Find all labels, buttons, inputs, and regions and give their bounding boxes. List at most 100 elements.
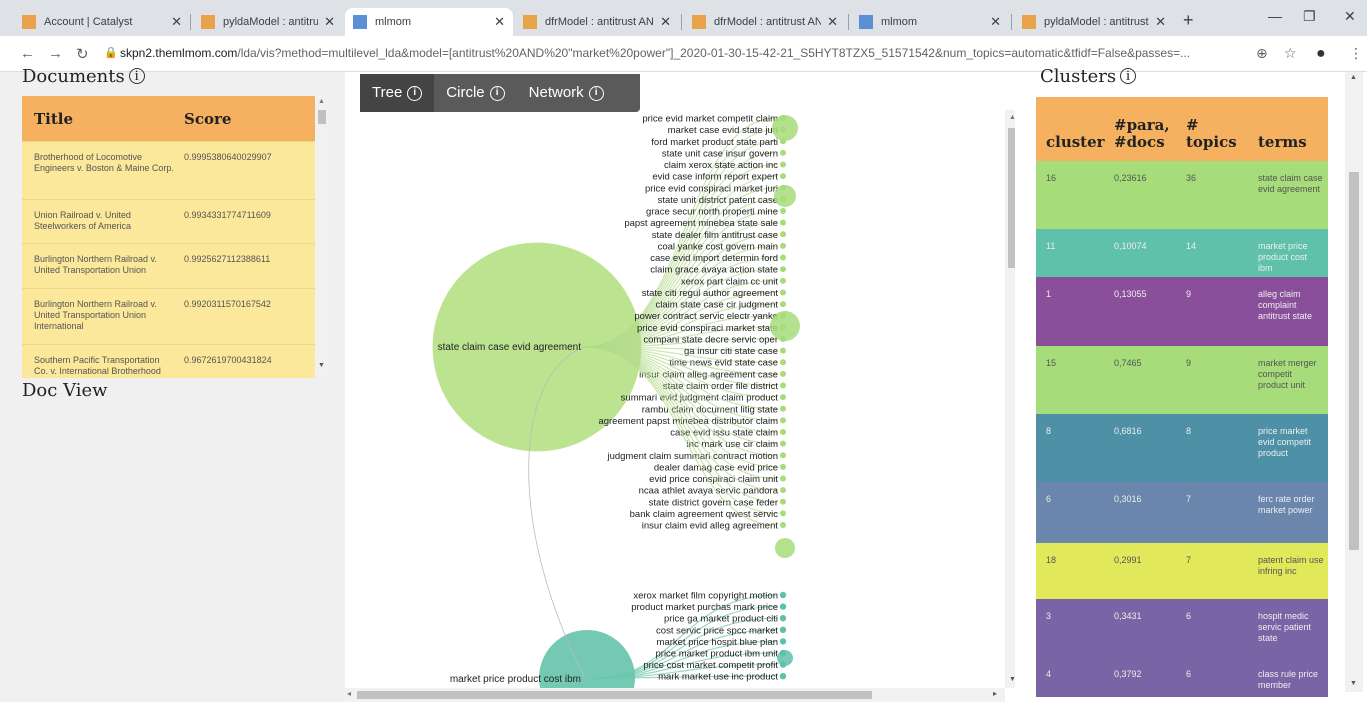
leaf-label[interactable]: market case evid state juri: [668, 125, 778, 136]
leaf-label[interactable]: claim xerox state action inc: [664, 160, 778, 171]
info-icon[interactable]: i: [128, 68, 145, 84]
bookmark-star-icon[interactable]: ☆: [1284, 45, 1297, 62]
leaf-node[interactable]: [780, 498, 786, 505]
leaf-node[interactable]: [780, 429, 786, 436]
leaf-node[interactable]: [779, 615, 787, 622]
leaf-label[interactable]: state dealer film antitrust case: [652, 230, 778, 241]
column-header-topics[interactable]: # topics: [1178, 117, 1250, 151]
close-tab-icon[interactable]: ✕: [660, 14, 671, 30]
table-row[interactable]: 3 0,3431 6 hospit medic servic patient stat…: [1036, 599, 1328, 657]
leaf-node[interactable]: [780, 242, 786, 249]
leaf-label[interactable]: evid case inform report expert: [652, 172, 778, 183]
leaf-node[interactable]: [780, 522, 786, 529]
table-row[interactable]: Burlington Northern Railroad v. United T…: [22, 243, 315, 288]
back-arrow-icon[interactable]: ←: [20, 45, 35, 62]
leaf-node[interactable]: [780, 301, 786, 308]
leaf-label[interactable]: product market purchas mark price: [631, 602, 778, 613]
documents-scrollbar[interactable]: ▲ ▼: [315, 96, 329, 378]
leaf-label[interactable]: state citi regul author agreement: [642, 288, 779, 299]
leaf-node[interactable]: [780, 208, 786, 215]
column-header-score[interactable]: Score: [184, 110, 315, 128]
browser-tab-active[interactable]: mlmom ✕: [345, 8, 513, 36]
tab-network[interactable]: Network i: [517, 74, 616, 112]
scroll-up-arrow-icon[interactable]: ▲: [1350, 74, 1357, 81]
leaf-node[interactable]: [779, 626, 787, 633]
table-row[interactable]: Southern Pacific Transportation Co. v. I…: [22, 344, 315, 378]
leaf-label[interactable]: cost servic price spcc market: [656, 625, 778, 636]
leaf-label[interactable]: case evid import determin ford: [650, 253, 778, 264]
close-tab-icon[interactable]: ✕: [827, 14, 838, 30]
leaf-label[interactable]: evid price conspiraci claim unit: [649, 474, 778, 485]
forward-arrow-icon[interactable]: →: [48, 45, 63, 62]
table-row[interactable]: Burlington Northern Railroad v. United T…: [22, 288, 315, 344]
leaf-node[interactable]: [780, 452, 786, 459]
url-field[interactable]: skpn2.themlmom.com/lda/vis?method=multil…: [120, 46, 1220, 60]
leaf-node[interactable]: [780, 382, 786, 389]
reload-icon[interactable]: ↻: [76, 45, 89, 63]
leaf-label[interactable]: price evid market competit claim: [642, 114, 778, 125]
leaf-cluster-circle[interactable]: [774, 185, 796, 207]
scroll-left-arrow-icon[interactable]: ◂: [347, 689, 351, 698]
browser-tab[interactable]: Account | Catalyst ✕: [14, 8, 190, 36]
leaf-cluster-circle[interactable]: [777, 650, 793, 666]
column-header-terms[interactable]: terms: [1250, 134, 1328, 151]
leaf-node[interactable]: [779, 673, 787, 680]
leaf-node[interactable]: [779, 603, 787, 610]
leaf-node[interactable]: [780, 370, 786, 377]
leaf-node[interactable]: [780, 440, 786, 447]
leaf-node[interactable]: [780, 417, 786, 424]
page-scrollbar[interactable]: ▲ ▼: [1345, 72, 1363, 692]
info-icon[interactable]: i: [407, 86, 423, 101]
leaf-label[interactable]: price ga market product citi: [664, 614, 778, 625]
close-tab-icon[interactable]: ✕: [494, 14, 505, 30]
window-close-icon[interactable]: ✕: [1344, 8, 1356, 25]
scroll-down-arrow-icon[interactable]: ▼: [1350, 680, 1357, 687]
leaf-label[interactable]: summari evid judgment claim product: [621, 393, 779, 404]
leaf-label[interactable]: ga insur citi state case: [684, 346, 778, 357]
table-row[interactable]: 11 0,10074 14 market price product cost ibm: [1036, 229, 1328, 277]
scroll-down-arrow-icon[interactable]: ▼: [318, 362, 325, 369]
tab-circle[interactable]: Circle i: [434, 74, 516, 112]
new-tab-icon[interactable]: +: [1183, 10, 1194, 31]
leaf-label[interactable]: xerox part claim cc unit: [681, 276, 779, 287]
info-icon[interactable]: i: [588, 86, 604, 101]
close-tab-icon[interactable]: ✕: [171, 14, 182, 30]
document-title[interactable]: Southern Pacific Transportation Co. v. I…: [22, 355, 184, 376]
table-row[interactable]: 6 0,3016 7 ferc rate order market power: [1036, 482, 1328, 543]
leaf-node[interactable]: [780, 347, 786, 354]
leaf-node[interactable]: [780, 231, 786, 238]
leaf-node[interactable]: [780, 219, 786, 226]
browser-tab[interactable]: dfrModel : antitrust AN ✕: [684, 8, 846, 36]
maximize-icon[interactable]: ❐: [1303, 8, 1316, 25]
info-icon[interactable]: i: [489, 86, 505, 101]
browser-tab[interactable]: pyldaModel : antitrust ✕: [1014, 8, 1174, 36]
profile-icon[interactable]: ●: [1316, 45, 1326, 63]
leaf-label[interactable]: mark market use inc product: [658, 672, 778, 683]
scroll-up-arrow-icon[interactable]: ▲: [318, 98, 325, 105]
table-row[interactable]: 4 0,3792 6 class rule price member: [1036, 657, 1328, 697]
viz-horizontal-scrollbar[interactable]: ◂ ▸: [345, 688, 1005, 702]
leaf-node[interactable]: [780, 487, 786, 494]
leaf-node[interactable]: [780, 149, 786, 156]
document-title[interactable]: Burlington Northern Railroad v. United T…: [22, 299, 184, 336]
leaf-label[interactable]: claim grace avaya action state: [650, 265, 778, 276]
leaf-label[interactable]: price evid conspiraci market state: [637, 323, 778, 334]
leaf-label[interactable]: price evid conspiraci market juri: [645, 183, 778, 194]
scroll-right-arrow-icon[interactable]: ▸: [993, 689, 997, 698]
close-tab-icon[interactable]: ✕: [324, 14, 335, 30]
root-label[interactable]: state claim case evid agreement: [438, 342, 582, 353]
leaf-node[interactable]: [780, 266, 786, 273]
leaf-cluster-circle[interactable]: [775, 538, 795, 558]
zoom-icon[interactable]: ⊕: [1256, 45, 1268, 62]
leaf-label[interactable]: xerox market film copyright motion: [633, 591, 778, 602]
table-row[interactable]: 15 0,7465 9 market merger competit product …: [1036, 346, 1328, 414]
leaf-node[interactable]: [780, 394, 786, 401]
leaf-label[interactable]: state unit case insur govern: [662, 148, 778, 159]
leaf-label[interactable]: grace secur north properti mine: [646, 207, 778, 218]
close-tab-icon[interactable]: ✕: [990, 14, 1001, 30]
column-header-para-docs[interactable]: #para, #docs: [1106, 117, 1178, 151]
table-row[interactable]: Brotherhood of Locomotive Engineers v. B…: [22, 141, 315, 199]
leaf-node[interactable]: [780, 510, 786, 517]
column-header-title[interactable]: Title: [22, 110, 184, 128]
leaf-label[interactable]: insur claim evid alleg agreement: [642, 521, 779, 532]
